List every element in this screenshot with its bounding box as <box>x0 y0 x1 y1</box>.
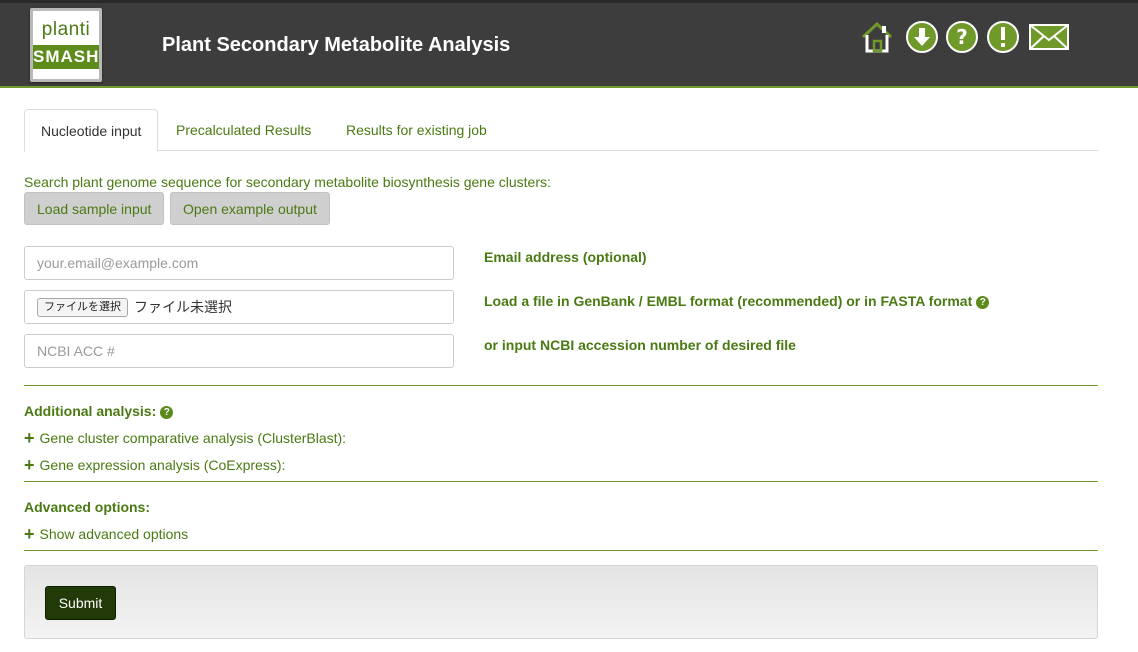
clusterblast-toggle[interactable]: + Gene cluster comparative analysis (Clus… <box>24 428 347 448</box>
submit-panel: Submit <box>24 565 1098 639</box>
show-advanced-toggle[interactable]: + Show advanced options <box>24 524 189 544</box>
show-advanced-label: Show advanced options <box>39 526 189 542</box>
additional-analysis-label: Additional analysis: <box>24 403 157 419</box>
tab-precalculated-results[interactable]: Precalculated Results <box>160 109 327 151</box>
intro-text: Search plant genome sequence for seconda… <box>24 174 551 190</box>
accession-field[interactable] <box>24 334 454 368</box>
email-label: Email address (optional) <box>484 249 647 265</box>
section-divider <box>24 550 1098 551</box>
input-tabs: Nucleotide input Precalculated Results R… <box>24 109 1098 152</box>
file-status: ファイル未選択 <box>134 299 232 315</box>
file-label: Load a file in GenBank / EMBL format (re… <box>484 293 990 309</box>
tab-existing-job[interactable]: Results for existing job <box>330 109 503 151</box>
advanced-options-title: Advanced options: <box>24 499 151 515</box>
choose-file-button[interactable]: ファイルを選択 <box>37 297 128 317</box>
open-example-button[interactable]: Open example output <box>170 192 330 225</box>
plus-icon: + <box>24 428 35 448</box>
page-title: Plant Secondary Metabolite Analysis <box>162 34 511 56</box>
clusterblast-label: Gene cluster comparative analysis (Clust… <box>39 430 347 446</box>
file-input[interactable]: ファイルを選択 ファイル未選択 <box>24 290 454 324</box>
email-field[interactable] <box>24 246 454 280</box>
alert-icon[interactable] <box>986 20 1020 54</box>
plus-icon: + <box>24 524 35 544</box>
help-icon[interactable]: ? <box>976 296 990 309</box>
plantismash-logo[interactable]: planti SMASH <box>30 8 102 82</box>
tab-nucleotide-input[interactable]: Nucleotide input <box>24 109 159 152</box>
file-label-text: Load a file in GenBank / EMBL format (re… <box>484 293 973 309</box>
download-icon[interactable] <box>905 20 939 54</box>
logo-text-top: planti <box>41 19 91 40</box>
additional-analysis-title: Additional analysis:? <box>24 403 174 419</box>
site-header: planti SMASH Plant Secondary Metabolite … <box>0 0 1138 88</box>
submit-button[interactable]: Submit <box>45 586 116 620</box>
help-icon[interactable]: ? <box>160 406 174 419</box>
header-top-strip <box>0 0 1138 3</box>
mail-icon[interactable] <box>1028 20 1070 54</box>
section-divider <box>24 481 1098 482</box>
accession-label: or input NCBI accession number of desire… <box>484 337 796 353</box>
logo-text-bottom: SMASH <box>33 45 99 69</box>
load-sample-button[interactable]: Load sample input <box>24 192 165 225</box>
svg-text:?: ? <box>956 25 968 49</box>
section-divider <box>24 385 1098 386</box>
help-icon[interactable]: ? <box>945 20 979 54</box>
home-icon[interactable] <box>860 20 894 54</box>
plus-icon: + <box>24 455 35 475</box>
coexpress-label: Gene expression analysis (CoExpress): <box>39 457 286 473</box>
coexpress-toggle[interactable]: + Gene expression analysis (CoExpress): <box>24 455 286 475</box>
